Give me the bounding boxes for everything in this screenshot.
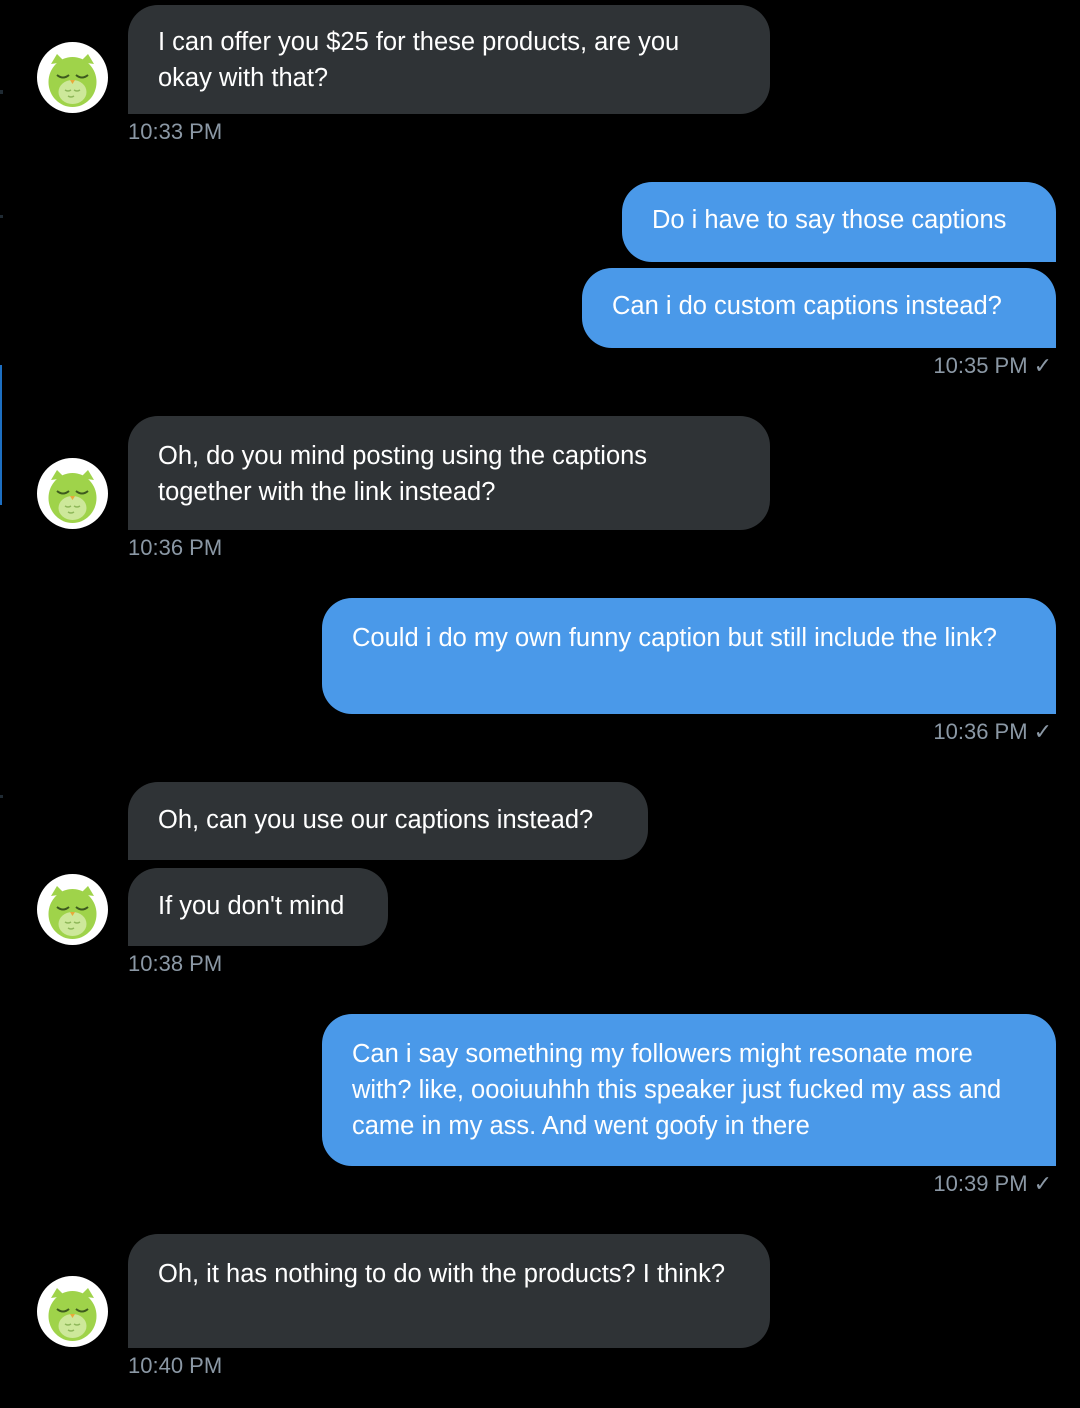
message-text: Could i do my own funny caption but stil… bbox=[352, 624, 997, 652]
window-edge-line bbox=[0, 215, 3, 218]
message-bubble-incoming[interactable]: Oh, it has nothing to do with the produc… bbox=[128, 1234, 770, 1348]
read-check-icon: ✓ bbox=[1033, 353, 1052, 378]
message-timestamp: 10:36 PM ✓ bbox=[933, 719, 1052, 745]
message-timestamp: 10:33 PM bbox=[128, 119, 223, 144]
window-edge-highlight bbox=[0, 365, 2, 505]
window-edge-line bbox=[0, 90, 3, 94]
timestamp-text: 10:39 PM bbox=[933, 1171, 1028, 1196]
message-bubble-incoming[interactable]: I can offer you $25 for these products, … bbox=[128, 5, 770, 114]
message-bubble-incoming[interactable]: Oh, can you use our captions instead? bbox=[128, 782, 648, 860]
timestamp-text: 10:36 PM bbox=[933, 719, 1028, 744]
message-bubble-outgoing[interactable]: Do i have to say those captions bbox=[622, 182, 1056, 262]
message-text: Can i say something my followers might r… bbox=[352, 1040, 1002, 1140]
message-bubble-outgoing[interactable]: Could i do my own funny caption but stil… bbox=[322, 598, 1056, 714]
window-edge-line bbox=[0, 795, 3, 798]
read-check-icon: ✓ bbox=[1033, 1171, 1052, 1196]
avatar[interactable] bbox=[37, 458, 108, 529]
owl-avatar-icon bbox=[48, 54, 97, 107]
message-text: Oh, can you use our captions instead? bbox=[158, 806, 594, 834]
message-timestamp: 10:36 PM bbox=[128, 535, 223, 560]
message-text: Oh, it has nothing to do with the produc… bbox=[158, 1260, 726, 1288]
avatar[interactable] bbox=[37, 42, 108, 113]
message-timestamp: 10:40 PM bbox=[128, 1353, 223, 1378]
message-bubble-outgoing[interactable]: Can i say something my followers might r… bbox=[322, 1014, 1056, 1166]
message-bubble-incoming[interactable]: Oh, do you mind posting using the captio… bbox=[128, 416, 770, 530]
timestamp-text: 10:35 PM bbox=[933, 353, 1028, 378]
avatar[interactable] bbox=[37, 874, 108, 945]
avatar[interactable] bbox=[37, 1276, 108, 1347]
read-check-icon: ✓ bbox=[1033, 719, 1052, 744]
message-text: Oh, do you mind posting using the captio… bbox=[158, 442, 648, 506]
message-bubble-incoming[interactable]: If you don't mind bbox=[128, 868, 388, 946]
message-text: Do i have to say those captions bbox=[652, 206, 1007, 234]
message-timestamp: 10:39 PM ✓ bbox=[933, 1171, 1052, 1197]
message-text: I can offer you $25 for these products, … bbox=[158, 28, 680, 92]
owl-avatar-icon bbox=[48, 470, 97, 523]
owl-avatar-icon bbox=[48, 1288, 97, 1341]
message-text: If you don't mind bbox=[158, 892, 345, 920]
message-timestamp: 10:38 PM bbox=[128, 951, 223, 976]
owl-avatar-icon bbox=[48, 886, 97, 939]
message-bubble-outgoing[interactable]: Can i do custom captions instead? bbox=[582, 268, 1056, 348]
message-timestamp: 10:35 PM ✓ bbox=[933, 353, 1052, 379]
message-text: Can i do custom captions instead? bbox=[612, 292, 1002, 320]
